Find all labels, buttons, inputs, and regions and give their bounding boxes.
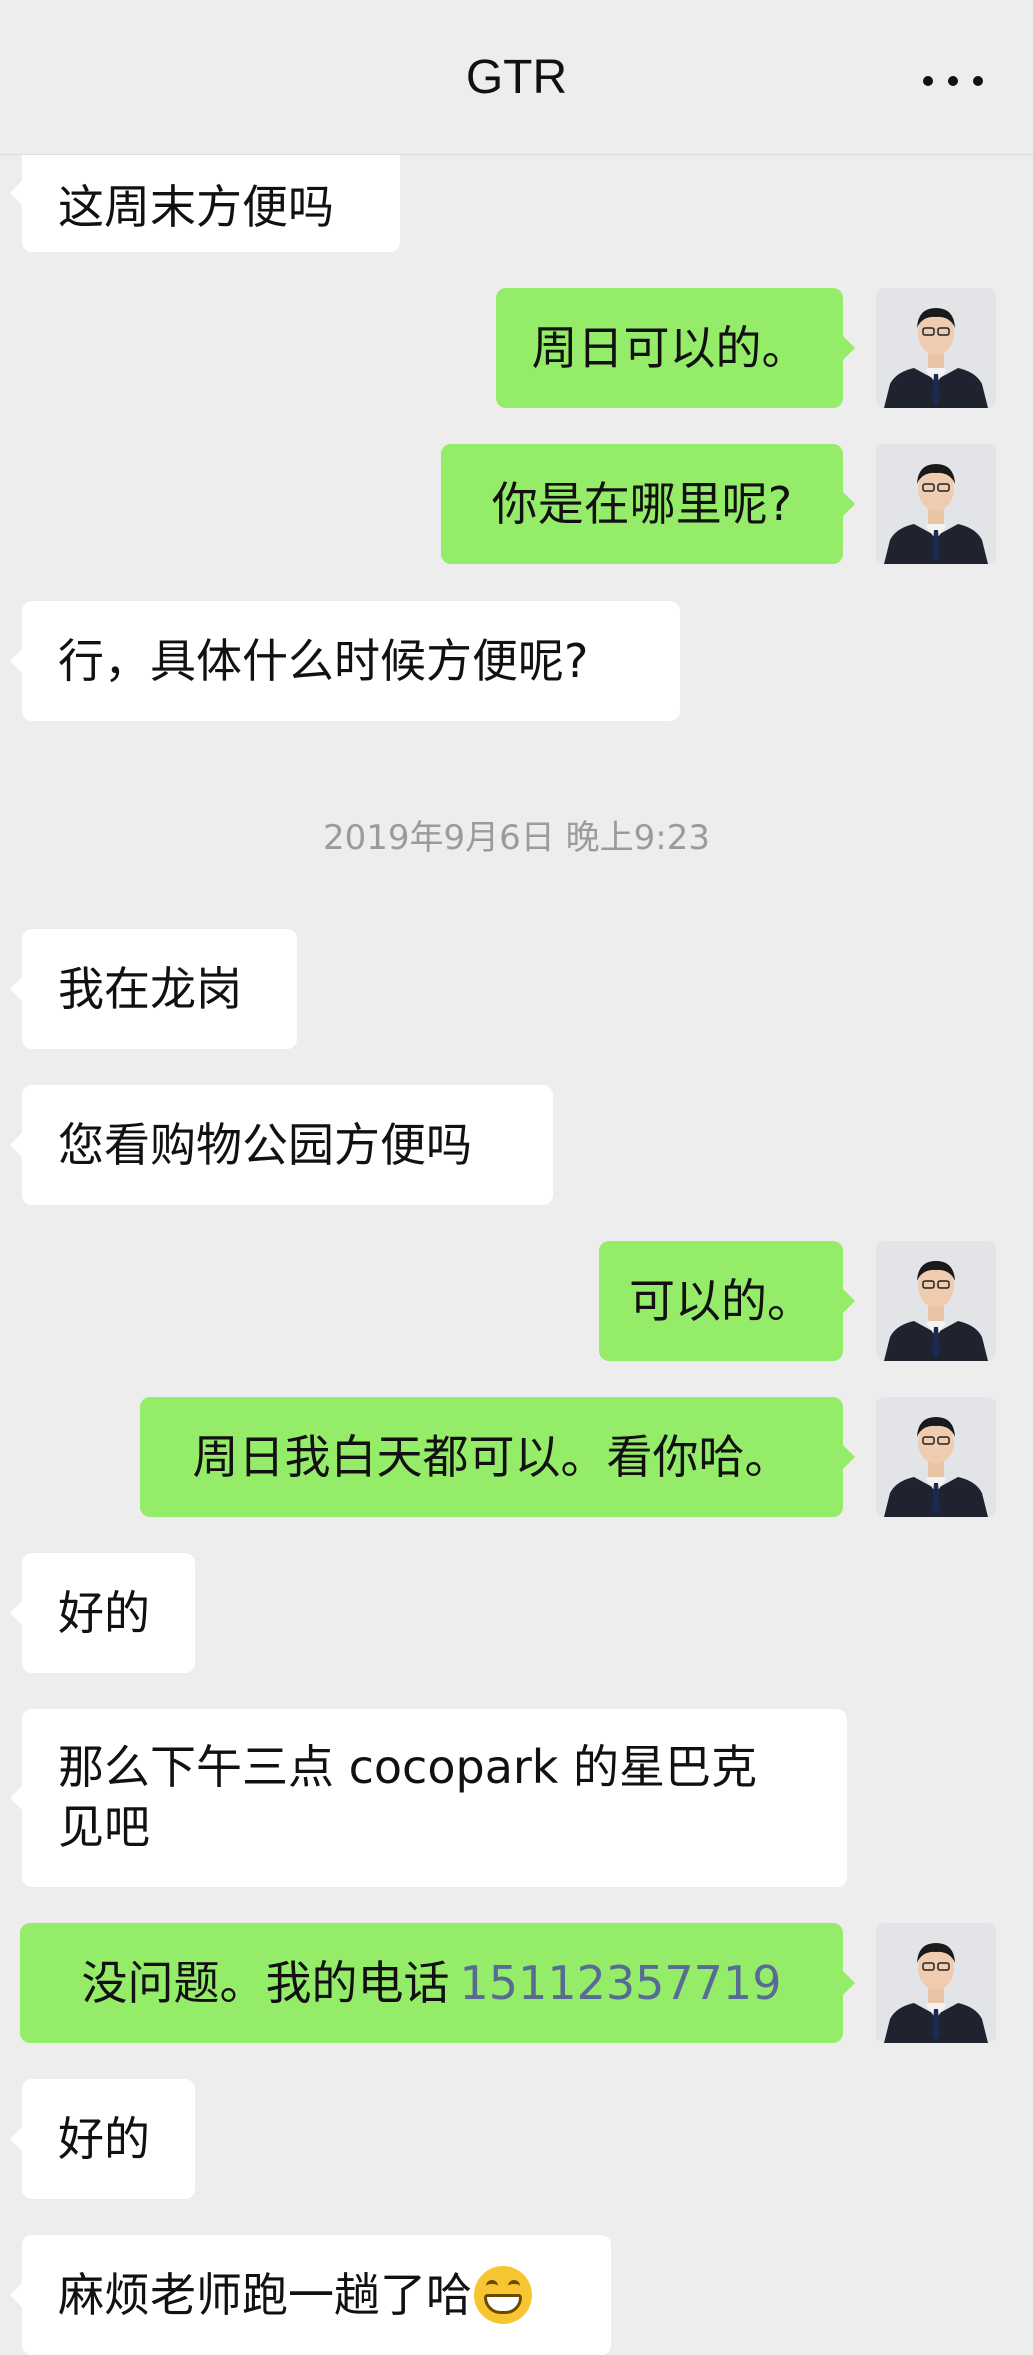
more-dot — [948, 76, 958, 86]
incoming-message[interactable]: 好的 — [10, 2079, 195, 2199]
incoming-message[interactable]: 您看购物公园方便吗 — [10, 1085, 553, 1205]
incoming-message[interactable]: 好的 — [10, 1553, 195, 1673]
chat-header: GTR — [0, 0, 1033, 155]
person-avatar-icon — [876, 288, 996, 408]
message-text: 那么下午三点 cocopark 的星巴克见吧 — [58, 1740, 758, 1854]
incoming-message[interactable]: 麻烦老师跑一趟了哈 — [10, 2235, 611, 2355]
message-text: 周日可以的。 — [531, 321, 808, 375]
outgoing-message[interactable]: 你是在哪里呢? — [441, 444, 855, 564]
chat-title: GTR — [465, 51, 568, 104]
grinning-face-icon — [474, 2266, 532, 2324]
my-avatar[interactable] — [876, 1923, 996, 2043]
message-text: 可以的。 — [629, 1274, 813, 1328]
outgoing-message[interactable]: 周日可以的。 — [496, 288, 855, 408]
message-text: 没问题。我的电话 — [81, 1956, 450, 2010]
outgoing-message[interactable]: 可以的。 — [599, 1241, 855, 1361]
person-avatar-icon — [876, 444, 996, 564]
phone-number-link[interactable]: 15112357719 — [460, 1953, 782, 2013]
person-avatar-icon — [876, 1923, 996, 2043]
message-text: 周日我白天都可以。看你哈。 — [192, 1430, 791, 1484]
more-dot — [923, 76, 933, 86]
message-text: 您看购物公园方便吗 — [58, 1118, 472, 1172]
message-text: 好的 — [58, 2112, 150, 2166]
my-avatar[interactable] — [876, 1241, 996, 1361]
my-avatar[interactable] — [876, 288, 996, 408]
message-text: 好的 — [58, 1586, 150, 1640]
message-text: 行，具体什么时候方便呢? — [58, 634, 589, 688]
person-avatar-icon — [876, 1241, 996, 1361]
message-list[interactable]: 这周末方便吗 周日可以的。 你是在哪里呢? 行，具体什么时候方便呢? 2019年… — [0, 0, 1033, 2355]
outgoing-message[interactable]: 周日我白天都可以。看你哈。 — [140, 1397, 855, 1517]
message-text: 这周末方便吗 — [58, 180, 334, 234]
outgoing-message[interactable]: 没问题。我的电话 15112357719 — [20, 1923, 855, 2043]
incoming-message[interactable]: 行，具体什么时候方便呢? — [10, 601, 680, 721]
incoming-message[interactable]: 那么下午三点 cocopark 的星巴克见吧 — [10, 1709, 847, 1887]
more-dot — [973, 76, 983, 86]
message-text: 你是在哪里呢? — [491, 477, 793, 531]
person-avatar-icon — [876, 1397, 996, 1517]
message-text: 我在龙岗 — [58, 962, 242, 1016]
message-timestamp: 2019年9月6日 晚上9:23 — [323, 818, 710, 858]
incoming-message[interactable]: 我在龙岗 — [10, 929, 297, 1049]
my-avatar[interactable] — [876, 444, 996, 564]
my-avatar[interactable] — [876, 1397, 996, 1517]
more-options-icon[interactable] — [923, 74, 983, 88]
message-text: 麻烦老师跑一趟了哈 — [58, 2268, 472, 2322]
